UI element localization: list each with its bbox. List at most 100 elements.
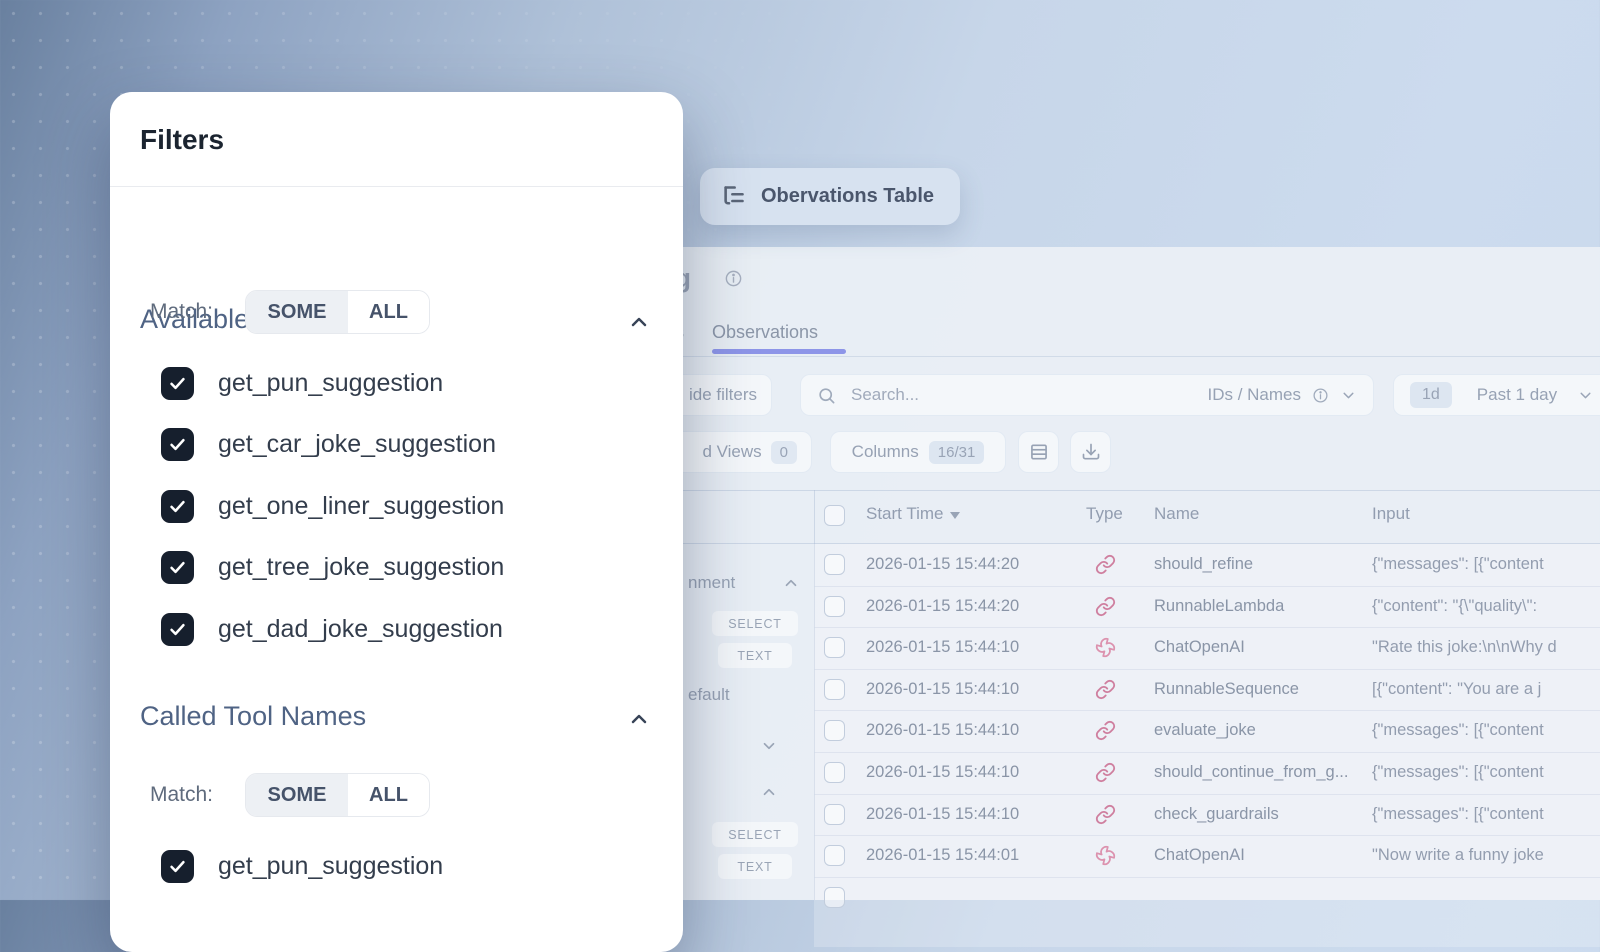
panel-divider bbox=[110, 186, 683, 187]
columns-button[interactable]: Columns 16/31 bbox=[830, 431, 1006, 473]
filter-item-label: get_car_joke_suggestion bbox=[218, 430, 496, 459]
checkbox-checked[interactable] bbox=[161, 551, 194, 584]
match-option-some[interactable]: SOME bbox=[246, 774, 348, 816]
select-type-badge: SELECT bbox=[712, 822, 798, 847]
tab-observations[interactable]: Observations bbox=[712, 322, 818, 343]
cell-name: RunnableLambda bbox=[1154, 586, 1284, 628]
row-checkbox[interactable] bbox=[824, 637, 845, 658]
filter-item-label: get_tree_joke_suggestion bbox=[218, 553, 504, 582]
cell-start-time: 2026-01-15 15:44:10 bbox=[866, 710, 1019, 752]
column-header-type[interactable]: Type bbox=[1086, 504, 1123, 524]
chevron-down-icon[interactable] bbox=[760, 737, 778, 755]
section-called-tool-names: Called Tool Names bbox=[140, 701, 366, 732]
match-label: Match: bbox=[150, 773, 213, 817]
cell-input: {"messages": [{"content bbox=[1372, 544, 1544, 586]
filter-item: get_pun_suggestion bbox=[161, 850, 443, 883]
select-all-checkbox[interactable] bbox=[824, 505, 845, 526]
cell-name: check_guardrails bbox=[1154, 794, 1279, 836]
match-toggle[interactable]: SOME ALL bbox=[245, 290, 430, 334]
cell-start-time: 2026-01-15 15:44:10 bbox=[866, 627, 1019, 669]
table-row[interactable]: 2026-01-15 15:44:10 check_guardrails {"m… bbox=[814, 794, 1600, 837]
cell-input: "Now write a funny joke bbox=[1372, 835, 1544, 877]
cell-name: ChatOpenAI bbox=[1154, 835, 1245, 877]
download-icon bbox=[1081, 442, 1101, 462]
observations-page: ng s Observations ide filters Search... … bbox=[656, 247, 1600, 900]
filter-item-label: get_pun_suggestion bbox=[218, 369, 443, 398]
checkbox-checked[interactable] bbox=[161, 613, 194, 646]
row-checkbox[interactable] bbox=[824, 845, 845, 866]
filters-panel: Filters Available Tool Names Match: SOME… bbox=[110, 92, 683, 952]
text-type-badge: TEXT bbox=[718, 854, 792, 879]
row-checkbox[interactable] bbox=[824, 720, 845, 741]
time-range-select[interactable]: 1d Past 1 day bbox=[1393, 374, 1600, 416]
link-icon bbox=[1095, 596, 1116, 617]
table-row[interactable]: 2026-01-15 15:44:20 RunnableLambda {"con… bbox=[814, 586, 1600, 629]
row-checkbox[interactable] bbox=[824, 596, 845, 617]
saved-views-count-badge: 0 bbox=[771, 441, 797, 464]
match-option-all[interactable]: ALL bbox=[348, 291, 429, 333]
cell-input: {"messages": [{"content bbox=[1372, 752, 1544, 794]
cell-start-time: 2026-01-15 15:44:01 bbox=[866, 835, 1019, 877]
cell-name: ChatOpenAI bbox=[1154, 627, 1245, 669]
search-placeholder: Search... bbox=[851, 385, 919, 405]
link-icon bbox=[1095, 554, 1116, 575]
rows-icon bbox=[1029, 442, 1049, 462]
table-row[interactable] bbox=[814, 877, 1600, 947]
row-checkbox[interactable] bbox=[824, 804, 845, 825]
env-section-fragment: nment bbox=[688, 573, 735, 593]
chevron-up-icon[interactable] bbox=[627, 707, 651, 731]
search-scope-dropdown[interactable]: IDs / Names bbox=[1207, 385, 1357, 405]
table-row[interactable]: 2026-01-15 15:44:10 should_continue_from… bbox=[814, 752, 1600, 795]
cell-name: evaluate_joke bbox=[1154, 710, 1256, 752]
cell-start-time: 2026-01-15 15:44:10 bbox=[866, 669, 1019, 711]
chevron-up-icon[interactable] bbox=[760, 783, 778, 801]
table-row[interactable]: 2026-01-15 15:44:01 ChatOpenAI "Now writ… bbox=[814, 835, 1600, 878]
search-icon bbox=[817, 386, 836, 405]
tabs-divider bbox=[656, 356, 1600, 357]
chevron-up-icon[interactable] bbox=[627, 310, 651, 334]
checkbox-checked[interactable] bbox=[161, 850, 194, 883]
download-button[interactable] bbox=[1070, 431, 1111, 473]
list-tree-icon bbox=[720, 183, 747, 210]
tooltip-label: Obervations Table bbox=[761, 185, 934, 208]
row-height-button[interactable] bbox=[1018, 431, 1059, 473]
row-checkbox[interactable] bbox=[824, 679, 845, 700]
column-header-name[interactable]: Name bbox=[1154, 504, 1199, 524]
link-icon bbox=[1095, 679, 1116, 700]
info-icon bbox=[1312, 387, 1329, 404]
fan-icon bbox=[1095, 637, 1116, 658]
table-row[interactable]: 2026-01-15 15:44:10 ChatOpenAI "Rate thi… bbox=[814, 627, 1600, 670]
chevron-up-icon[interactable] bbox=[782, 574, 800, 592]
cell-input: "Rate this joke:\n\nWhy d bbox=[1372, 627, 1557, 669]
link-icon bbox=[1095, 804, 1116, 825]
match-option-all[interactable]: ALL bbox=[348, 774, 429, 816]
column-header-start-time[interactable]: Start Time bbox=[866, 504, 960, 524]
column-header-input[interactable]: Input bbox=[1372, 504, 1410, 524]
text-type-badge: TEXT bbox=[718, 643, 792, 668]
match-label: Match: bbox=[150, 290, 213, 334]
chevron-down-icon bbox=[1340, 387, 1357, 404]
cell-start-time: 2026-01-15 15:44:20 bbox=[866, 586, 1019, 628]
row-checkbox[interactable] bbox=[824, 762, 845, 783]
search-bar[interactable]: Search... IDs / Names bbox=[800, 374, 1374, 416]
columns-label: Columns bbox=[852, 442, 919, 462]
table-row[interactable]: 2026-01-15 15:44:10 evaluate_joke {"mess… bbox=[814, 710, 1600, 753]
hide-filters-label: ide filters bbox=[689, 385, 757, 405]
table-row[interactable]: 2026-01-15 15:44:20 should_refine {"mess… bbox=[814, 544, 1600, 587]
saved-views-label: d Views bbox=[702, 442, 761, 462]
row-checkbox[interactable] bbox=[824, 554, 845, 575]
filter-item-label: get_dad_joke_suggestion bbox=[218, 615, 503, 644]
row-checkbox[interactable] bbox=[824, 887, 845, 908]
match-option-some[interactable]: SOME bbox=[246, 291, 348, 333]
filter-item: get_car_joke_suggestion bbox=[161, 428, 496, 461]
cell-name: RunnableSequence bbox=[1154, 669, 1299, 711]
checkbox-checked[interactable] bbox=[161, 367, 194, 400]
checkbox-checked[interactable] bbox=[161, 428, 194, 461]
match-toggle[interactable]: SOME ALL bbox=[245, 773, 430, 817]
info-icon[interactable] bbox=[724, 269, 743, 288]
table-row[interactable]: 2026-01-15 15:44:10 RunnableSequence [{"… bbox=[814, 669, 1600, 712]
checkbox-checked[interactable] bbox=[161, 490, 194, 523]
filter-item-label: get_one_liner_suggestion bbox=[218, 492, 504, 521]
fan-icon bbox=[1095, 845, 1116, 866]
active-tab-underline bbox=[712, 349, 846, 354]
